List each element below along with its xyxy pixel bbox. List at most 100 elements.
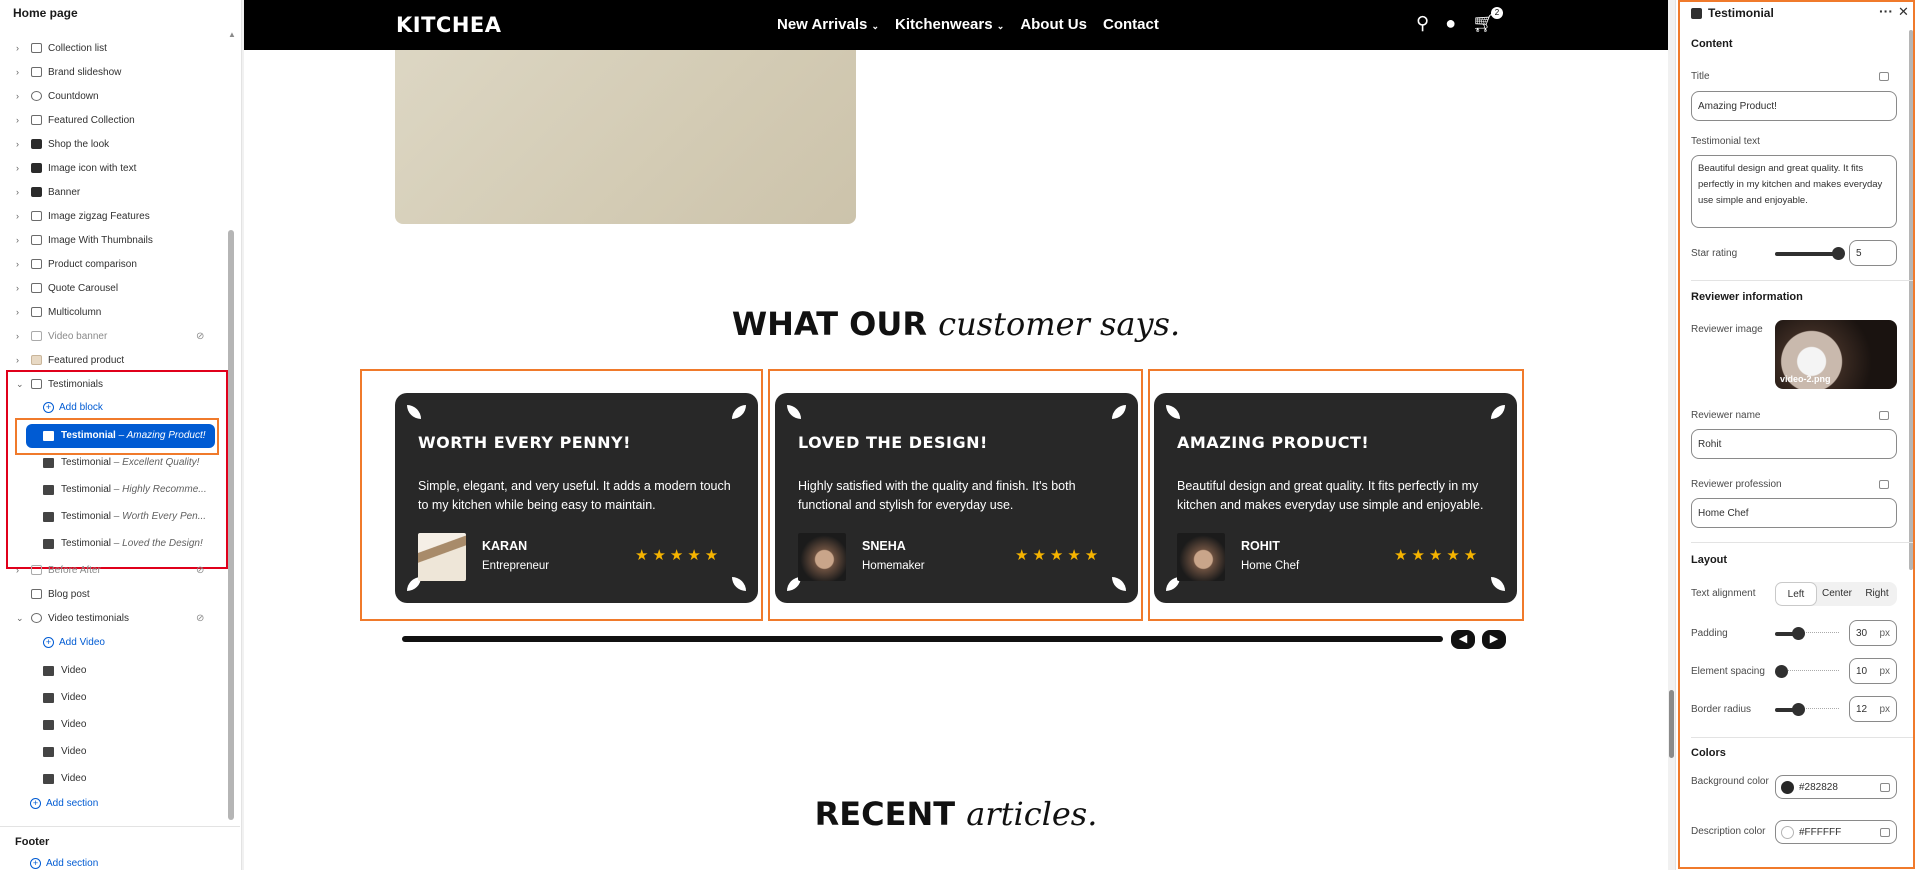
card-title: AMAZING PRODUCT! [1177,433,1370,452]
dynamic-source-icon[interactable] [1879,411,1889,420]
chevron-right-icon[interactable]: › [16,235,24,245]
search-icon[interactable]: ⚲ [1416,13,1429,34]
chevron-right-icon[interactable]: › [16,43,24,53]
more-options-icon[interactable]: ··· [1879,3,1893,19]
background-color-picker[interactable]: #282828 [1775,775,1897,799]
carousel-next-button[interactable]: ▶ [1482,630,1506,649]
testimonial-card[interactable]: AMAZING PRODUCT! Beautiful design and gr… [1154,393,1517,603]
chevron-down-icon[interactable]: ⌄ [16,613,24,624]
testimonial-card[interactable]: WORTH EVERY PENNY! Simple, elegant, and … [395,393,758,603]
section-item[interactable]: Blog post [0,582,232,606]
align-right-option[interactable]: Right [1857,582,1897,606]
corner-decoration [732,405,746,419]
image-filename: video-2.png [1780,374,1831,384]
description-color-picker[interactable]: #FFFFFF [1775,820,1897,844]
video-block-item[interactable]: Video [0,767,232,791]
reviewer-image-picker[interactable]: video-2.png [1775,320,1897,389]
chevron-right-icon[interactable]: › [16,139,24,149]
section-item[interactable]: › Featured product [0,348,232,372]
carousel-scrollbar[interactable] [402,636,1443,642]
reviewer-job: Homemaker [862,560,925,572]
section-icon [31,307,42,317]
star-rating-input[interactable]: 5 [1849,240,1897,266]
dynamic-source-icon[interactable] [1880,828,1890,837]
canvas-scrollbar[interactable] [1669,690,1674,758]
chevron-right-icon[interactable]: › [16,307,24,317]
add-section-button[interactable]: + Add section [30,798,98,809]
section-item[interactable]: › Product comparison [0,252,232,276]
nav-kitchenwears[interactable]: Kitchenwears ⌄ [895,16,1004,33]
footer-add-section-button[interactable]: + Add section [30,858,98,869]
section-item[interactable]: › Brand slideshow [0,60,232,84]
eye-off-icon[interactable]: ⊘ [196,565,204,576]
dynamic-source-icon[interactable] [1879,480,1889,489]
chevron-right-icon[interactable]: › [16,115,24,125]
testimonial-card[interactable]: LOVED THE DESIGN! Highly satisfied with … [775,393,1138,603]
add-video-button[interactable]: + Add Video [43,637,105,648]
section-item[interactable]: ⌄ Video testimonials ⊘ [0,606,232,630]
chevron-right-icon[interactable]: › [16,67,24,77]
section-item[interactable]: › Multicolumn [0,300,232,324]
eye-off-icon[interactable]: ⊘ [196,331,204,342]
video-block-item[interactable]: Video [0,686,232,710]
chevron-right-icon[interactable]: › [16,355,24,365]
store-logo[interactable]: KITCHEA [396,13,502,37]
align-left-option[interactable]: Left [1775,582,1817,606]
cart-count-badge: 2 [1490,7,1503,19]
slider-handle[interactable] [1792,703,1805,716]
reviewer-avatar [418,533,466,581]
title-input[interactable]: Amazing Product! [1691,91,1897,121]
testimonial-text-input[interactable]: Beautiful design and great quality. It f… [1691,155,1897,228]
reviewer-profession-input[interactable]: Home Chef [1691,498,1897,528]
dynamic-source-icon[interactable] [1880,783,1890,792]
section-item[interactable]: › Image icon with text [0,156,232,180]
slider-handle[interactable] [1792,627,1805,640]
preview-canvas: KITCHEA New Arrivals ⌄ Kitchenwears ⌄ Ab… [244,0,1668,870]
video-block-item[interactable]: Video [0,713,232,737]
testimonial-text-label: Testimonial text [1691,136,1760,147]
section-item[interactable]: › Featured Collection [0,108,232,132]
section-item-hidden[interactable]: › Video banner ⊘ [0,324,232,348]
video-block-item[interactable]: Video [0,659,232,683]
align-center-option[interactable]: Center [1817,582,1857,606]
panel-scrollbar[interactable] [1909,30,1913,570]
dynamic-source-icon[interactable] [1879,72,1889,81]
section-icon [31,43,42,53]
sidebar-scrollbar[interactable] [228,230,234,820]
carousel-prev-button[interactable]: ◀ [1451,630,1475,649]
chevron-right-icon[interactable]: › [16,211,24,221]
reviewer-name: KARAN [482,539,528,553]
padding-input[interactable]: 30 px [1849,620,1897,646]
section-item-hidden[interactable]: › Before After ⊘ [0,558,232,582]
account-icon[interactable]: ● [1445,13,1456,34]
eye-off-icon[interactable]: ⊘ [196,613,204,624]
chevron-right-icon[interactable]: › [16,565,24,575]
chevron-right-icon[interactable]: › [16,91,24,101]
chevron-right-icon[interactable]: › [16,187,24,197]
section-item[interactable]: › Countdown [0,84,232,108]
close-icon[interactable]: ✕ [1898,4,1909,20]
element-spacing-input[interactable]: 10 px [1849,658,1897,684]
section-item[interactable]: › Shop the look [0,132,232,156]
section-item[interactable]: › Image zigzag Features [0,204,232,228]
section-item[interactable]: › Image With Thumbnails [0,228,232,252]
section-item[interactable]: › Banner [0,180,232,204]
section-item[interactable]: › Collection list [0,36,232,60]
star-rating-slider[interactable] [1775,252,1838,256]
chevron-right-icon[interactable]: › [16,259,24,269]
nav-new-arrivals[interactable]: New Arrivals ⌄ [777,16,879,33]
chevron-right-icon[interactable]: › [16,331,24,341]
nav-contact[interactable]: Contact [1103,16,1159,33]
chevron-right-icon[interactable]: › [16,283,24,293]
nav-about-us[interactable]: About Us [1020,16,1087,33]
border-radius-input[interactable]: 12 px [1849,696,1897,722]
chevron-right-icon[interactable]: › [16,163,24,173]
footer-heading: Footer [15,836,50,848]
cart-icon[interactable]: 🛒︎ 2 [1472,7,1503,34]
video-block-item[interactable]: Video [0,740,232,764]
color-swatch [1781,826,1794,839]
reviewer-name-input[interactable]: Rohit [1691,429,1897,459]
slider-handle[interactable] [1832,247,1845,260]
section-item[interactable]: › Quote Carousel [0,276,232,300]
slider-handle[interactable] [1775,665,1788,678]
